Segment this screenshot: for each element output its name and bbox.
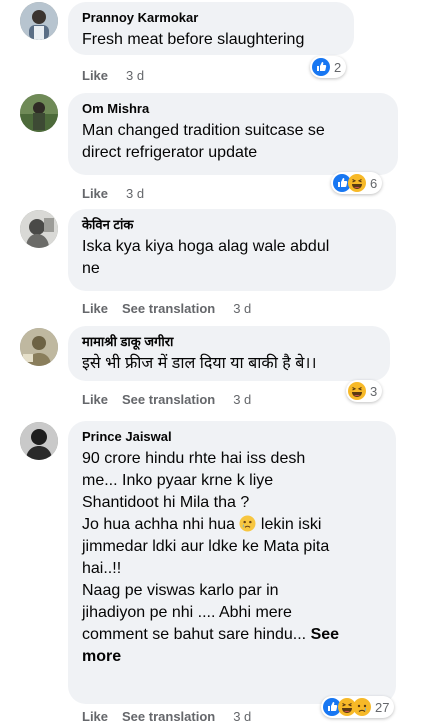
haha-icon bbox=[348, 382, 366, 400]
comment-bubble: केविन टांक Iska kya kiya hoga alag wale … bbox=[68, 209, 396, 291]
comment-text-line: 90 crore hindu rhte hai iss desh bbox=[82, 450, 306, 467]
comment-text-line: Man changed tradition suitcase se bbox=[82, 122, 325, 139]
reaction-count: 3 bbox=[370, 383, 378, 399]
comment-bubble: Prince Jaiswal 90 crore hindu rhte hai i… bbox=[68, 421, 396, 704]
comment-text: Iska kya kiya hoga alag wale abdul ne bbox=[82, 236, 382, 280]
comment-text-line: Iska kya kiya hoga alag wale abdul bbox=[82, 238, 330, 255]
comment-text-segment: Jo hua achha nhi hua bbox=[82, 516, 236, 533]
comment-text-line: Naag pe viswas karlo par in bbox=[82, 582, 279, 599]
like-button[interactable]: Like bbox=[82, 68, 108, 83]
comment-time[interactable]: 3 d bbox=[233, 709, 251, 724]
haha-icon bbox=[348, 174, 366, 192]
comment-author[interactable]: Prince Jaiswal bbox=[82, 429, 382, 445]
crying-face-icon bbox=[239, 515, 256, 532]
avatar[interactable] bbox=[20, 94, 58, 132]
comment-text-line: jimmedar ldki aur ldke ke Mata pita bbox=[82, 538, 330, 555]
comment-actions: Like See translation 3 d bbox=[82, 392, 251, 407]
reaction-count: 2 bbox=[334, 59, 342, 75]
comment-text-segment: comment se bahut sare hindu... bbox=[82, 626, 307, 643]
comment-author[interactable]: मामाश्री डाकू जगीरा bbox=[82, 334, 376, 350]
see-more-link[interactable]: See bbox=[311, 626, 339, 643]
comment-text-line: Shantidoot hi Mila tha ? bbox=[82, 494, 250, 511]
comment-time[interactable]: 3 d bbox=[233, 392, 251, 407]
avatar[interactable] bbox=[20, 210, 58, 248]
sad-icon bbox=[353, 698, 371, 716]
comment-actions: Like See translation 3 d bbox=[82, 301, 251, 316]
comment-time[interactable]: 3 d bbox=[126, 186, 144, 201]
see-translation-link[interactable]: See translation bbox=[122, 301, 215, 316]
comment-text-line: direct refrigerator update bbox=[82, 144, 258, 161]
comment-text-line: me... Inko pyaar krne k liye bbox=[82, 472, 274, 489]
comment-actions: Like 3 d bbox=[82, 186, 144, 201]
like-icon bbox=[312, 58, 330, 76]
avatar[interactable] bbox=[20, 422, 58, 460]
comment-author[interactable]: Om Mishra bbox=[82, 101, 384, 117]
comment-text-line: jihadiyon pe nhi .... Abhi mere bbox=[82, 604, 292, 621]
comment-text: Man changed tradition suitcase se direct… bbox=[82, 120, 384, 164]
like-button[interactable]: Like bbox=[82, 392, 108, 407]
reaction-count: 6 bbox=[370, 175, 378, 191]
reaction-count: 27 bbox=[375, 699, 390, 715]
comment-time[interactable]: 3 d bbox=[126, 68, 144, 83]
comment-text-line: ne bbox=[82, 260, 100, 277]
comment-text-line: Jo hua achha nhi hua lekin iski bbox=[82, 514, 382, 536]
comment-bubble: Om Mishra Man changed tradition suitcase… bbox=[68, 93, 398, 175]
comment-time[interactable]: 3 d bbox=[233, 301, 251, 316]
comment-text-line: comment se bahut sare hindu... See bbox=[82, 624, 382, 646]
reaction-summary[interactable]: 3 bbox=[346, 380, 383, 402]
comment-bubble: मामाश्री डाकू जगीरा इसे भी फ्रीज में डाल… bbox=[68, 326, 390, 381]
comment-text-line: hai..!! bbox=[82, 560, 122, 577]
reaction-summary[interactable]: 2 bbox=[310, 56, 347, 78]
like-button[interactable]: Like bbox=[82, 709, 108, 724]
avatar[interactable] bbox=[20, 2, 58, 40]
reaction-summary[interactable]: 6 bbox=[331, 172, 383, 194]
comment-text: इसे भी फ्रीज में डाल दिया या बाकी है बे।… bbox=[82, 355, 317, 372]
see-translation-link[interactable]: See translation bbox=[122, 709, 215, 724]
like-button[interactable]: Like bbox=[82, 301, 108, 316]
comment-bubble: Prannoy Karmokar Fresh meat before slaug… bbox=[68, 2, 354, 55]
see-translation-link[interactable]: See translation bbox=[122, 392, 215, 407]
comment-actions: Like 3 d bbox=[82, 68, 144, 83]
reaction-summary[interactable]: 27 bbox=[321, 696, 395, 718]
like-button[interactable]: Like bbox=[82, 186, 108, 201]
comment-author[interactable]: केविन टांक bbox=[82, 217, 382, 233]
comment-text: 90 crore hindu rhte hai iss desh me... I… bbox=[82, 448, 382, 668]
comment-author[interactable]: Prannoy Karmokar bbox=[82, 10, 340, 26]
comment-text: Fresh meat before slaughtering bbox=[82, 31, 305, 48]
comment-text-segment: lekin iski bbox=[260, 516, 322, 533]
avatar[interactable] bbox=[20, 328, 58, 366]
comment-actions: Like See translation 3 d bbox=[82, 709, 251, 724]
see-more-link[interactable]: more bbox=[82, 646, 382, 668]
